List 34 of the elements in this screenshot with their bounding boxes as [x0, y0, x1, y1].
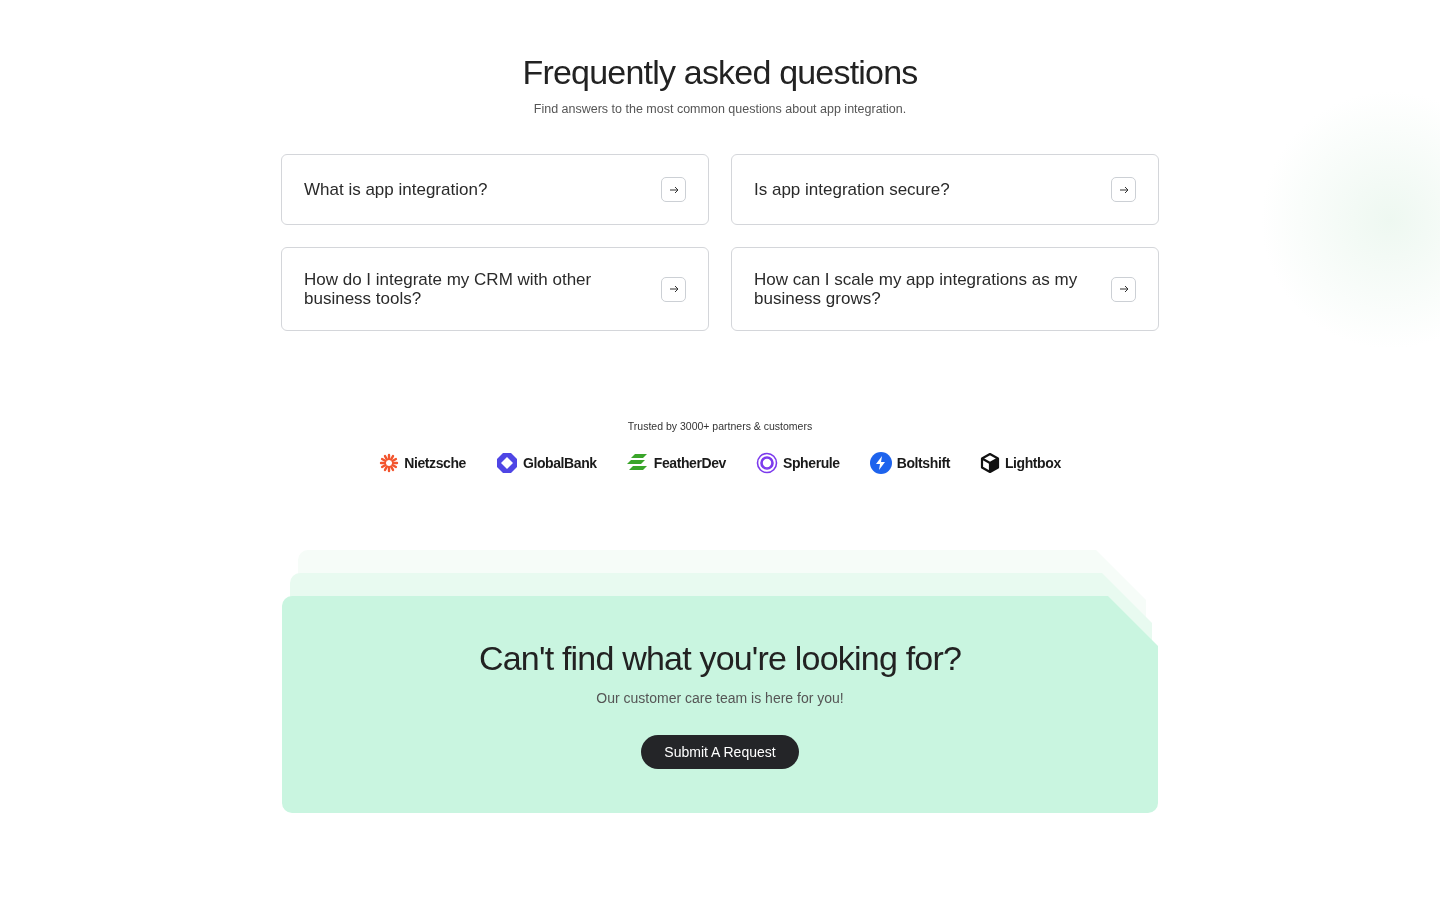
faq-question: Is app integration secure? [754, 180, 950, 199]
faq-card[interactable]: How do I integrate my CRM with other business tools? [281, 247, 709, 331]
brand-name: GlobalBank [522, 455, 597, 471]
help-subtitle: Our customer care team is here for you! [596, 690, 844, 706]
arrow-right-icon [668, 285, 679, 293]
lightning-bolt-icon [869, 452, 892, 474]
sphere-icon [756, 452, 778, 474]
open-button[interactable] [1111, 276, 1136, 302]
help-title: Can't find what you're looking for? [478, 638, 962, 678]
open-button[interactable] [1111, 177, 1136, 202]
faq-subtitle: Find answers to the most common questions about app integration. [532, 102, 908, 116]
faq-question: What is app integration? [304, 180, 488, 199]
sunburst-icon [379, 453, 400, 473]
open-button[interactable] [661, 276, 686, 302]
faq-question: How do I integrate my CRM with other business tools? [304, 270, 593, 308]
trusted-caption: Trusted by 3000+ partners & customers [626, 420, 814, 432]
faq-card[interactable]: Is app integration secure? [731, 154, 1159, 225]
brand-name: Spherule [783, 455, 840, 471]
arrow-right-icon [1118, 285, 1129, 293]
submit-request-button[interactable]: Submit A Request [641, 735, 799, 769]
brand-name: FeatherDev [653, 455, 726, 471]
cube-icon [979, 452, 1000, 474]
faq-card[interactable]: What is app integration? [281, 154, 709, 225]
faq-card[interactable]: How can I scale my app integrations as my business grows? [731, 247, 1159, 331]
brand-name: Lightbox [1004, 455, 1061, 471]
arrow-right-icon [668, 185, 679, 194]
arrow-right-icon [1118, 185, 1129, 194]
faq-question: How can I scale my app integrations as my business grows? [754, 270, 1079, 308]
brand-name: Boltshift [896, 455, 950, 471]
brand-name: Nietzsche [404, 455, 466, 471]
octagon-icon [495, 452, 518, 474]
faq-title: Frequently asked questions [521, 52, 919, 92]
feather-icon [626, 453, 649, 473]
open-button[interactable] [661, 177, 686, 202]
